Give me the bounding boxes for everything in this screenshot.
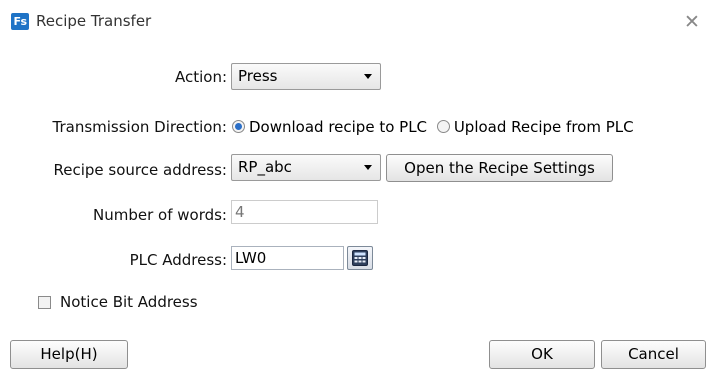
radio-download[interactable]: Download recipe to PLC xyxy=(232,118,432,136)
action-value: Press xyxy=(238,67,278,85)
close-button[interactable]: ✕ xyxy=(681,11,703,33)
window-title: Recipe Transfer xyxy=(36,12,152,30)
help-button[interactable]: Help(H) xyxy=(10,340,128,369)
radio-download-label[interactable]: Download recipe to PLC xyxy=(249,118,427,136)
plc-address-label: PLC Address: xyxy=(129,251,227,269)
cancel-button[interactable]: Cancel xyxy=(601,340,706,369)
words-field[interactable]: 4 xyxy=(231,200,378,224)
address-picker-button[interactable] xyxy=(347,246,373,270)
action-select[interactable]: Press xyxy=(231,63,381,90)
open-recipe-settings-button[interactable]: Open the Recipe Settings xyxy=(386,154,613,182)
close-icon: ✕ xyxy=(684,11,700,33)
recipe-transfer-dialog: Fs Recipe Transfer ✕ Action: Press Trans… xyxy=(0,0,711,383)
words-label: Number of words: xyxy=(93,206,227,224)
plc-address-field[interactable]: LW0 xyxy=(231,246,344,270)
keypad-icon xyxy=(352,250,368,266)
title-bar: Fs Recipe Transfer ✕ xyxy=(0,0,711,44)
direction-radio-group: Download recipe to PLC Upload Recipe fro… xyxy=(232,118,634,136)
notice-bit-label[interactable]: Notice Bit Address xyxy=(60,293,198,311)
radio-upload-label[interactable]: Upload Recipe from PLC xyxy=(454,118,634,136)
direction-label: Transmission Direction: xyxy=(52,118,228,136)
source-select[interactable]: RP_abc xyxy=(231,154,381,181)
radio-upload[interactable]: Upload Recipe from PLC xyxy=(436,118,634,136)
source-value: RP_abc xyxy=(238,158,292,176)
chevron-down-icon xyxy=(364,74,372,79)
app-icon: Fs xyxy=(11,13,29,30)
chevron-down-icon xyxy=(364,165,372,170)
radio-download-indicator[interactable] xyxy=(232,120,245,133)
radio-upload-indicator[interactable] xyxy=(436,120,450,133)
notice-bit-checkbox[interactable] xyxy=(38,296,51,309)
source-label: Recipe source address: xyxy=(53,161,227,179)
ok-button[interactable]: OK xyxy=(489,340,595,369)
action-label: Action: xyxy=(174,68,227,86)
